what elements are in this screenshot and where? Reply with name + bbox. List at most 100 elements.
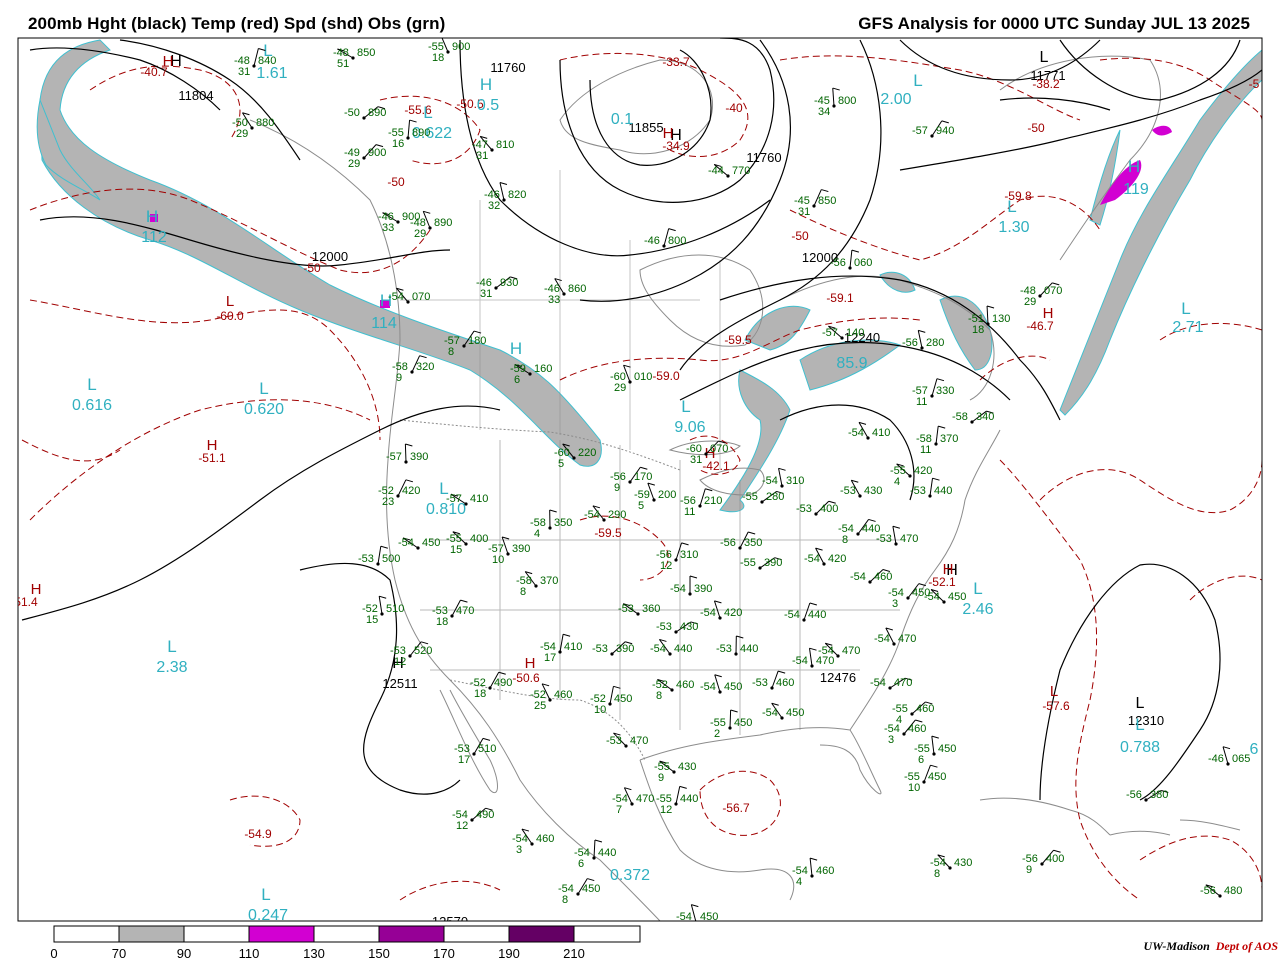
station-obs: -46 93031 [476, 276, 518, 300]
obs-dewpoint-depression: 3 [516, 844, 522, 856]
legend-swatch-150 [378, 925, 445, 943]
obs-height: 450 [928, 771, 946, 783]
speed-center-marker: L [973, 579, 982, 598]
obs-height: 420 [402, 485, 420, 497]
obs-height: 460 [908, 723, 926, 735]
station-obs: -45 85031 [794, 189, 836, 218]
speed-label: 2.38 [156, 659, 187, 676]
obs-temperature: -54 [762, 707, 778, 719]
obs-dewpoint-depression: 18 [474, 688, 486, 700]
station-obs: -55 40015 [446, 531, 488, 556]
wind-barb [808, 648, 813, 667]
obs-height: 390 [410, 451, 428, 463]
station-obs: -54 450 [924, 589, 966, 604]
obs-temperature: -54 [700, 607, 716, 619]
obs-height: 220 [578, 447, 596, 459]
legend-tick-label: 130 [303, 946, 325, 960]
obs-temperature: -53 [796, 503, 812, 515]
obs-dewpoint-depression: 31 [238, 66, 250, 78]
obs-height: 810 [496, 139, 514, 151]
wind-barb-feather [932, 477, 940, 481]
station-obs: -54 4707 [612, 787, 654, 816]
speed-center-marker: L [423, 103, 432, 122]
wind-barb-feather [679, 785, 687, 789]
station-obs: -53 460 [752, 670, 794, 690]
obs-height: 170 [634, 471, 652, 483]
cuba [979, 797, 1111, 836]
obs-temperature: -53 [752, 677, 768, 689]
obs-dewpoint-depression: 6 [578, 858, 584, 870]
temperature-label: -59.5 [724, 333, 752, 347]
obs-height: 420 [914, 465, 932, 477]
wind-barb [690, 904, 697, 921]
station-obs: -54 450 [398, 537, 440, 550]
obs-height: 460 [916, 703, 934, 715]
obs-temperature: -57 [446, 493, 462, 505]
wind-barb-feather [938, 425, 946, 429]
obs-height: 430 [678, 761, 696, 773]
temperature-center-marker: H [943, 561, 954, 578]
obs-temperature: -55 [740, 557, 756, 569]
wind-barb [917, 330, 923, 349]
obs-height: 440 [674, 643, 692, 655]
obs-dewpoint-depression: 10 [908, 782, 920, 794]
speed-center-marker: H [480, 75, 492, 94]
credit-dept: Dept of AOS [1215, 939, 1278, 953]
obs-dewpoint-depression: 6 [514, 374, 520, 386]
station-obs: -52 42023 [378, 479, 420, 508]
speed-center-marker: H [510, 339, 522, 358]
station-obs: -46 800 [644, 228, 686, 248]
obs-dewpoint-depression: 6 [918, 754, 924, 766]
obs-height: 470 [900, 533, 918, 545]
obs-temperature: -54 [398, 537, 414, 549]
obs-height: 410 [470, 493, 488, 505]
temperature-label: -33.7 [662, 55, 690, 69]
speed-center-marker: L [681, 397, 690, 416]
station-obs: -46 86033 [544, 278, 586, 306]
obs-dewpoint-depression: 23 [382, 496, 394, 508]
wind-barb-feather [918, 329, 926, 333]
wind-barb-feather [714, 674, 722, 678]
obs-height: 850 [818, 195, 836, 207]
station-obs: -55 4506 [914, 735, 956, 766]
obs-dewpoint-depression: 15 [450, 544, 462, 556]
obs-dewpoint-depression: 8 [562, 894, 568, 906]
height-contour-label: 11760 [746, 150, 781, 165]
obs-height: 350 [554, 517, 572, 529]
obs-height: 470 [894, 677, 912, 689]
obs-dewpoint-depression: 8 [520, 586, 526, 598]
obs-dewpoint-depression: 17 [458, 754, 470, 766]
obs-temperature: -44 [708, 165, 724, 177]
station-obs: -55 4309 [654, 760, 696, 784]
obs-temperature: -57 [822, 327, 838, 339]
obs-height: 450 [614, 693, 632, 705]
wind-barb-feather [691, 904, 699, 908]
obs-dewpoint-depression: 8 [448, 346, 454, 358]
station-obs: -54 470 [870, 677, 912, 690]
obs-height: 490 [494, 677, 512, 689]
station-obs: -53 500 [358, 545, 400, 566]
wind-barb-feather [1222, 746, 1231, 750]
station-obs: -54 460 [850, 569, 892, 584]
legend-tick-label: 150 [368, 946, 390, 960]
speed-labels: 1.610.6220.50.12.001.302.7111211485.99.0… [72, 41, 1259, 921]
obs-dewpoint-depression: 34 [818, 106, 830, 118]
wind-barb-feather [809, 602, 817, 606]
station-obs: -57 410 [446, 493, 488, 506]
station-obs: -54 070 [388, 287, 430, 304]
legend-swatch-210 [573, 925, 641, 943]
obs-temperature: -58 [952, 411, 968, 423]
station-obs: -56 31012 [656, 542, 698, 572]
obs-dewpoint-depression: 12 [660, 804, 672, 816]
wind-barb-feather [420, 641, 429, 645]
obs-dewpoint-depression: 29 [236, 128, 248, 140]
station-obs: -56 350 [720, 531, 762, 550]
station-obs: -54 41017 [540, 633, 582, 664]
obs-temperature: -54 [874, 633, 890, 645]
height-contour-label: 11760 [490, 60, 525, 75]
obs-height: 330 [936, 385, 954, 397]
obs-temperature: -53 [618, 603, 634, 615]
obs-temperature: -53 [358, 553, 374, 565]
wind-barb-feather [821, 189, 829, 193]
station-obs: -57 390 [386, 443, 428, 464]
